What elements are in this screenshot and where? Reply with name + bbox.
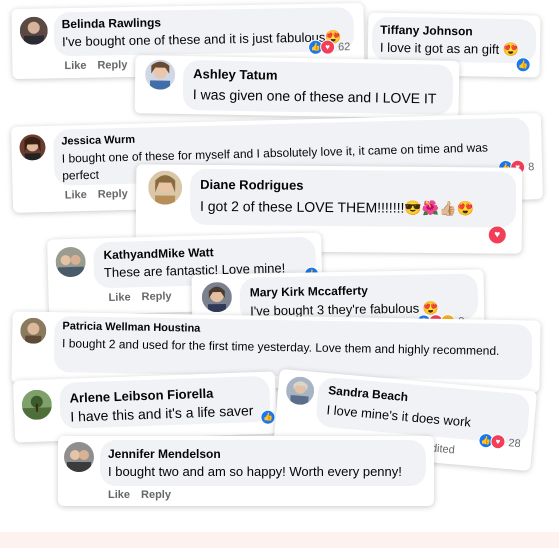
commenter-name[interactable]: Jennifer Mendelson: [108, 447, 221, 461]
avatar[interactable]: [19, 16, 49, 45]
comment-actions: Like Reply: [108, 290, 182, 304]
emoji-sequence: 😎🌺👍🏼😍: [404, 199, 475, 217]
commenter-name[interactable]: KathyandMike Watt: [103, 245, 214, 262]
reaction-summary[interactable]: 👍: [515, 57, 531, 73]
reaction-summary[interactable]: ♥: [487, 225, 507, 245]
avatar[interactable]: [144, 59, 176, 90]
comment-text-body: I love it got as an gift: [379, 39, 500, 57]
reaction-count: 62: [338, 40, 351, 53]
comment-card-jennifer: Jennifer Mendelson I bought two and am s…: [58, 436, 434, 506]
like-button[interactable]: Like: [64, 60, 86, 72]
reaction-summary[interactable]: 👍 ♥ 28: [477, 432, 522, 452]
comment-card-ashley: Ashley Tatum I was given one of these an…: [134, 55, 460, 119]
love-reaction-icon: ♥: [487, 225, 507, 245]
reaction-count: 8: [528, 160, 535, 173]
heart-eyes-emoji: 😍: [502, 41, 520, 58]
footer-strip: [0, 532, 559, 548]
avatar[interactable]: [19, 134, 46, 161]
avatar[interactable]: [148, 170, 183, 205]
reply-button[interactable]: Reply: [97, 59, 127, 72]
avatar[interactable]: [201, 281, 233, 313]
commenter-name[interactable]: Tiffany Johnson: [380, 23, 473, 39]
reaction-summary[interactable]: 👍 ♥ 62: [307, 39, 351, 55]
comment-actions: Like Reply: [65, 188, 139, 202]
avatar[interactable]: [284, 375, 316, 406]
like-reaction-icon: 👍: [260, 409, 276, 425]
comment-card-arlene: Arlene Leibson Fiorella I have this and …: [12, 371, 278, 443]
like-button[interactable]: Like: [108, 489, 130, 501]
reaction-summary[interactable]: 👍: [260, 409, 276, 425]
comment-text-body: I got 2 of these LOVE THEM!!!!!!!: [199, 197, 405, 216]
comment-text-body: I've bought one of these and it is just …: [61, 29, 326, 50]
avatar[interactable]: [20, 317, 47, 344]
avatar[interactable]: [55, 246, 87, 278]
like-button[interactable]: Like: [65, 189, 87, 202]
comment-text: I love it got as an gift 😍: [380, 39, 519, 58]
reaction-count: 28: [507, 436, 522, 450]
reply-button[interactable]: Reply: [98, 188, 128, 201]
commenter-name[interactable]: Mary Kirk Mccafferty: [250, 283, 368, 299]
heart-eyes-emoji: 😍: [422, 300, 440, 316]
commenter-name[interactable]: Ashley Tatum: [193, 66, 278, 82]
comment-text: I bought two and am so happy! Worth ever…: [108, 464, 402, 479]
comment-text: I got 2 of these LOVE THEM!!!!!!!😎🌺👍🏼😍: [200, 198, 474, 217]
reply-button[interactable]: Reply: [141, 290, 171, 303]
commenter-name[interactable]: Diane Rodrigues: [200, 177, 303, 193]
love-reaction-icon: ♥: [319, 39, 336, 55]
like-reaction-icon: 👍: [515, 57, 531, 73]
reply-button[interactable]: Reply: [141, 489, 171, 501]
commenter-name[interactable]: Jessica Wurm: [61, 134, 135, 148]
avatar[interactable]: [64, 442, 94, 472]
comment-actions: Like Reply: [108, 489, 182, 501]
commenter-name[interactable]: Patricia Wellman Houstina: [62, 320, 200, 334]
love-reaction-icon: ♥: [489, 433, 507, 450]
comment-actions: Like Reply: [64, 59, 138, 72]
avatar[interactable]: [21, 389, 53, 421]
commenter-name[interactable]: Belinda Rawlings: [62, 15, 162, 31]
like-button[interactable]: Like: [108, 291, 130, 304]
